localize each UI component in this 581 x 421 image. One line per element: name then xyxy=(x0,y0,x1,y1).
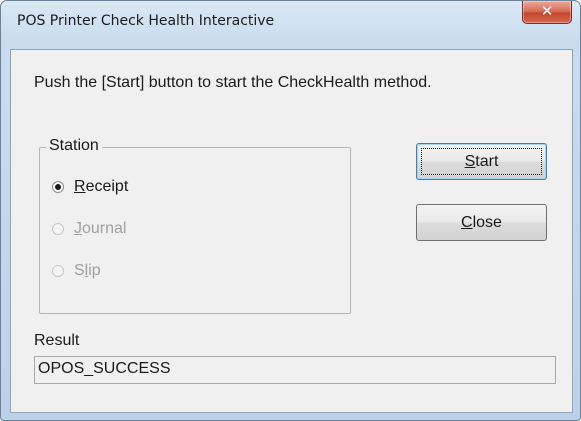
result-field[interactable]: OPOS_SUCCESS xyxy=(34,356,556,384)
radio-receipt-label: Receipt xyxy=(74,178,129,195)
close-icon: ✕ xyxy=(540,2,554,20)
focus-rectangle xyxy=(421,148,542,175)
instruction-text: Push the [Start] button to start the Che… xyxy=(34,74,432,91)
radio-slip[interactable]: Slip xyxy=(52,260,101,282)
dialog-client-area: Push the [Start] button to start the Che… xyxy=(10,49,573,413)
result-label: Result xyxy=(34,332,80,349)
close-window-button[interactable]: ✕ xyxy=(522,1,572,24)
start-button[interactable]: Start xyxy=(416,143,547,180)
close-button-label: Close xyxy=(461,213,502,231)
title-bar[interactable]: POS Printer Check Health Interactive ✕ xyxy=(1,1,580,49)
dialog-window: POS Printer Check Health Interactive ✕ P… xyxy=(0,0,581,421)
radio-receipt[interactable]: Receipt xyxy=(52,176,128,198)
radio-slip-label: Slip xyxy=(74,262,101,279)
radio-button-indicator[interactable] xyxy=(52,265,64,277)
radio-journal-label: Journal xyxy=(74,220,127,237)
radio-button-indicator[interactable] xyxy=(52,181,64,193)
close-button[interactable]: Close xyxy=(416,204,547,241)
window-title: POS Printer Check Health Interactive xyxy=(17,13,275,29)
radio-journal[interactable]: Journal xyxy=(52,218,126,240)
radio-button-indicator[interactable] xyxy=(52,223,64,235)
station-groupbox-label: Station xyxy=(46,137,102,155)
